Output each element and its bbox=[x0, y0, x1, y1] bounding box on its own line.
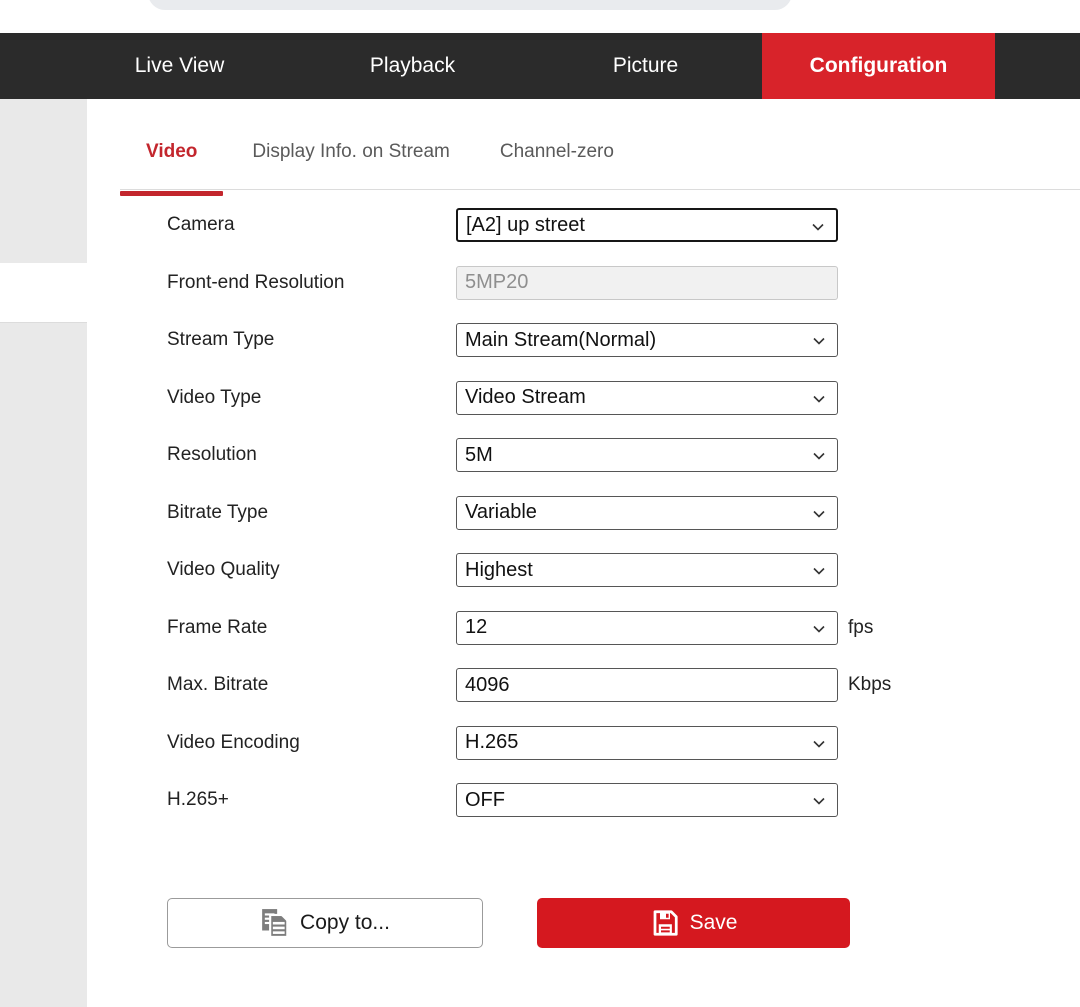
nav-item-configuration[interactable]: Configuration bbox=[762, 33, 995, 99]
save-button[interactable]: Save bbox=[537, 898, 850, 948]
h265-plus-select[interactable]: OFF bbox=[456, 783, 838, 817]
chevron-down-icon bbox=[811, 391, 827, 407]
video-quality-select[interactable]: Highest bbox=[456, 553, 838, 587]
nav-item-live-view[interactable]: Live View bbox=[63, 33, 296, 99]
frame-rate-unit: fps bbox=[848, 617, 873, 639]
chevron-down-icon bbox=[811, 563, 827, 579]
video-encoding-label: Video Encoding bbox=[167, 732, 456, 754]
camera-select[interactable]: [A2] up street bbox=[456, 208, 838, 242]
chevron-down-icon bbox=[811, 333, 827, 349]
form-row-stream-type: Stream Type Main Stream(Normal) bbox=[167, 323, 891, 357]
video-type-select[interactable]: Video Stream bbox=[456, 381, 838, 415]
front-end-resolution-label: Front-end Resolution bbox=[167, 272, 456, 294]
save-icon bbox=[650, 908, 680, 938]
chevron-down-icon bbox=[811, 793, 827, 809]
video-quality-label: Video Quality bbox=[167, 559, 456, 581]
form-row-camera: Camera [A2] up street bbox=[167, 208, 891, 242]
bitrate-type-select-value: Variable bbox=[465, 501, 537, 524]
form-row-video-quality: Video Quality Highest bbox=[167, 553, 891, 587]
resolution-label: Resolution bbox=[167, 444, 456, 466]
h265-plus-label: H.265+ bbox=[167, 789, 456, 811]
camera-label: Camera bbox=[167, 214, 456, 236]
form-row-frame-rate: Frame Rate 12 fps bbox=[167, 611, 891, 645]
resolution-select-value: 5M bbox=[465, 444, 493, 467]
front-end-resolution-field bbox=[456, 266, 838, 300]
copy-icon bbox=[260, 908, 290, 938]
max-bitrate-label: Max. Bitrate bbox=[167, 674, 456, 696]
form-row-max-bitrate: Max. Bitrate Kbps bbox=[167, 668, 891, 702]
copy-to-button[interactable]: Copy to... bbox=[167, 898, 483, 948]
max-bitrate-unit: Kbps bbox=[848, 674, 891, 696]
nav-item-picture[interactable]: Picture bbox=[529, 33, 762, 99]
form-row-bitrate-type: Bitrate Type Variable bbox=[167, 496, 891, 530]
tab-video[interactable]: Video bbox=[120, 120, 223, 184]
frame-rate-label: Frame Rate bbox=[167, 617, 456, 639]
camera-select-value: [A2] up street bbox=[466, 214, 585, 237]
chevron-down-icon bbox=[811, 621, 827, 637]
chevron-down-icon bbox=[810, 219, 826, 235]
main-navbar: Live View Playback Picture Configuration bbox=[0, 33, 1080, 99]
stream-type-label: Stream Type bbox=[167, 329, 456, 351]
form-row-h265-plus: H.265+ OFF bbox=[167, 783, 891, 817]
config-sidebar bbox=[0, 99, 87, 1007]
sidebar-active-item[interactable] bbox=[0, 263, 87, 323]
browser-address-bar[interactable] bbox=[148, 0, 792, 10]
video-encoding-select-value: H.265 bbox=[465, 731, 518, 754]
top-strip bbox=[0, 0, 1080, 33]
video-quality-select-value: Highest bbox=[465, 559, 533, 582]
video-type-label: Video Type bbox=[167, 387, 456, 409]
max-bitrate-input[interactable] bbox=[456, 668, 838, 702]
tab-channel-zero[interactable]: Channel-zero bbox=[500, 120, 614, 184]
camera-config-page: Live View Playback Picture Configuration… bbox=[0, 0, 1080, 1007]
chevron-down-icon bbox=[811, 506, 827, 522]
chevron-down-icon bbox=[811, 736, 827, 752]
chevron-down-icon bbox=[811, 448, 827, 464]
save-button-label: Save bbox=[690, 911, 738, 935]
resolution-select[interactable]: 5M bbox=[456, 438, 838, 472]
form-row-front-end-resolution: Front-end Resolution bbox=[167, 266, 891, 300]
stream-type-select[interactable]: Main Stream(Normal) bbox=[456, 323, 838, 357]
nav-item-playback[interactable]: Playback bbox=[296, 33, 529, 99]
form-row-video-type: Video Type Video Stream bbox=[167, 381, 891, 415]
stream-type-select-value: Main Stream(Normal) bbox=[465, 329, 656, 352]
h265-plus-select-value: OFF bbox=[465, 789, 505, 812]
bitrate-type-label: Bitrate Type bbox=[167, 502, 456, 524]
video-settings-form: Camera [A2] up street Front-end Resoluti… bbox=[167, 208, 891, 841]
settings-tabbar: Video Display Info. on Stream Channel-ze… bbox=[120, 120, 1080, 190]
tab-display-info-on-stream[interactable]: Display Info. on Stream bbox=[252, 120, 449, 184]
video-encoding-select[interactable]: H.265 bbox=[456, 726, 838, 760]
frame-rate-select[interactable]: 12 bbox=[456, 611, 838, 645]
form-row-resolution: Resolution 5M bbox=[167, 438, 891, 472]
form-row-video-encoding: Video Encoding H.265 bbox=[167, 726, 891, 760]
copy-to-button-label: Copy to... bbox=[300, 911, 390, 935]
frame-rate-select-value: 12 bbox=[465, 616, 487, 639]
bitrate-type-select[interactable]: Variable bbox=[456, 496, 838, 530]
video-type-select-value: Video Stream bbox=[465, 386, 586, 409]
